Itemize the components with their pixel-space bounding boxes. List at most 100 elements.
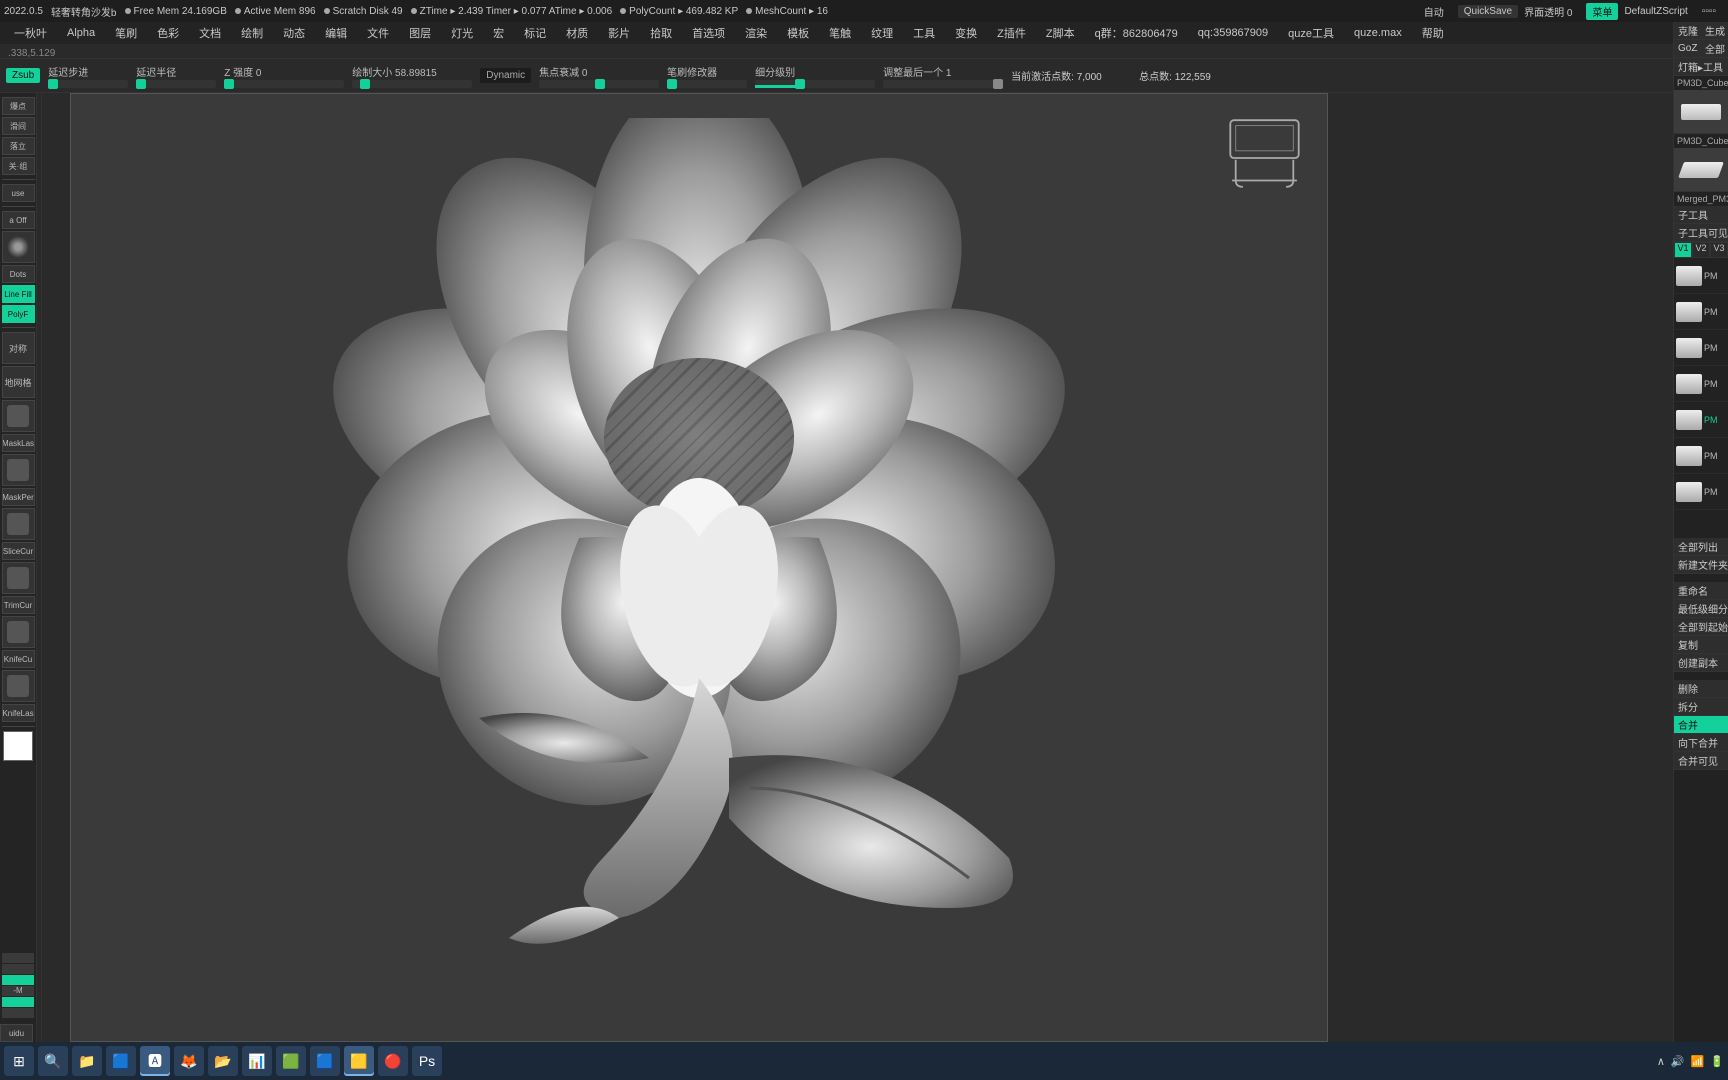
split[interactable]: 拆分 bbox=[1674, 698, 1728, 716]
left-bar-active[interactable] bbox=[2, 975, 34, 985]
menu-item[interactable]: 模板 bbox=[777, 25, 819, 41]
menu-item[interactable]: Z脚本 bbox=[1036, 25, 1085, 41]
adjust-last[interactable]: 调整最后一个 1 bbox=[883, 64, 1003, 88]
app-icon[interactable]: 📊 bbox=[242, 1046, 272, 1076]
app-icon[interactable]: 🟦 bbox=[310, 1046, 340, 1076]
firefox-icon[interactable]: 🦊 bbox=[174, 1046, 204, 1076]
lightbox-tool[interactable]: 灯箱▸工具 bbox=[1674, 58, 1728, 76]
menu-item[interactable]: 笔触 bbox=[819, 25, 861, 41]
color-swatch[interactable] bbox=[3, 731, 33, 761]
menu-item[interactable]: 动态 bbox=[273, 25, 315, 41]
taskview-icon[interactable]: 📁 bbox=[72, 1046, 102, 1076]
polyf[interactable]: PolyF bbox=[2, 305, 35, 323]
mask-pen-icon[interactable] bbox=[2, 454, 35, 486]
menu-help[interactable]: 帮助 bbox=[1412, 25, 1454, 41]
menu-item[interactable]: 影片 bbox=[598, 25, 640, 41]
left-bar[interactable] bbox=[2, 953, 34, 963]
ui-transparency[interactable]: 界面透明 0 bbox=[1524, 4, 1572, 19]
subtool-vis[interactable]: 子工具可见数 bbox=[1674, 224, 1728, 242]
uidu[interactable]: uidu bbox=[0, 1024, 33, 1042]
tray-chevron-icon[interactable]: ∧ bbox=[1657, 1055, 1665, 1068]
menu-item[interactable]: 文件 bbox=[357, 25, 399, 41]
goz-btn[interactable]: GoZ bbox=[1674, 40, 1701, 58]
system-tray[interactable]: ∧ 🔊 📶 🔋 bbox=[1657, 1055, 1724, 1068]
lazy-step[interactable]: 延迟步进 bbox=[48, 64, 128, 88]
v3-tab[interactable]: V3 bbox=[1710, 242, 1728, 258]
left-bar[interactable] bbox=[2, 1008, 34, 1018]
merge-visible[interactable]: 合并可见 bbox=[1674, 752, 1728, 770]
menu-item[interactable]: 灯光 bbox=[441, 25, 483, 41]
tool-thumbnail[interactable] bbox=[1217, 104, 1312, 194]
menu-item[interactable]: 编辑 bbox=[315, 25, 357, 41]
dynamic-toggle[interactable]: Dynamic bbox=[480, 68, 531, 83]
menu-item[interactable]: 图层 bbox=[399, 25, 441, 41]
menu-item[interactable]: 文档 bbox=[189, 25, 231, 41]
photoshop-icon[interactable]: Ps bbox=[412, 1046, 442, 1076]
start-button[interactable]: ⊞ bbox=[4, 1046, 34, 1076]
merge-down[interactable]: 向下合并 bbox=[1674, 734, 1728, 752]
draw-size[interactable]: 绘制大小 58.89815 bbox=[352, 64, 472, 88]
app-icon[interactable]: 🟦 bbox=[106, 1046, 136, 1076]
z-intensity[interactable]: Z 强度 0 bbox=[224, 64, 344, 88]
subtool-header[interactable]: 子工具 bbox=[1674, 206, 1728, 224]
tray-network-icon[interactable]: 📶 bbox=[1691, 1055, 1705, 1068]
viewport[interactable] bbox=[70, 93, 1328, 1042]
new-folder[interactable]: 新建文件夹 bbox=[1674, 556, 1728, 574]
rename[interactable]: 重命名 bbox=[1674, 582, 1728, 600]
default-zscript[interactable]: DefaultZScript bbox=[1624, 6, 1687, 17]
explorer-icon[interactable]: 📂 bbox=[208, 1046, 238, 1076]
left-btn[interactable]: 落立 bbox=[2, 137, 35, 155]
use-btn[interactable]: use bbox=[2, 184, 35, 202]
goz-all-btn[interactable]: 全部 bbox=[1701, 40, 1728, 58]
tool-thumb2[interactable] bbox=[1674, 148, 1728, 192]
subtool-view-tabs[interactable]: V1 V2 V3 bbox=[1674, 242, 1728, 258]
zbrush-app-icon[interactable]: 🅰 bbox=[140, 1046, 170, 1076]
window-icons[interactable]: ▫▫▫▫ bbox=[1702, 6, 1716, 17]
menu-item[interactable]: 材质 bbox=[556, 25, 598, 41]
knife-lasso-icon[interactable] bbox=[2, 670, 35, 702]
menu-item[interactable]: 一秋叶 bbox=[4, 25, 57, 41]
menu-item[interactable]: Z插件 bbox=[987, 25, 1036, 41]
menu-item[interactable]: 标记 bbox=[514, 25, 556, 41]
focal-shift[interactable]: 焦点衰减 0 bbox=[539, 64, 659, 88]
menu-quze[interactable]: quze工具 bbox=[1278, 25, 1344, 41]
floor-btn[interactable]: 地网格 bbox=[2, 366, 35, 398]
alpha-off[interactable]: a Off bbox=[2, 211, 35, 229]
left-btn[interactable]: 爆点 bbox=[2, 97, 35, 115]
all-to-start[interactable]: 全部到起始 bbox=[1674, 618, 1728, 636]
menu-toggle[interactable]: 菜单 bbox=[1586, 3, 1618, 20]
dots-brush-icon[interactable] bbox=[2, 231, 35, 263]
left-btn[interactable]: 关·组 bbox=[2, 157, 35, 175]
knife-icon[interactable] bbox=[2, 616, 35, 648]
menu-item[interactable]: 绘制 bbox=[231, 25, 273, 41]
left-bar-active[interactable] bbox=[2, 997, 34, 1007]
app-icon[interactable]: 🟨 bbox=[344, 1046, 374, 1076]
slice-icon[interactable] bbox=[2, 508, 35, 540]
app-icon[interactable]: 🟩 bbox=[276, 1046, 306, 1076]
menu-item[interactable]: 变换 bbox=[945, 25, 987, 41]
make-btn[interactable]: 生成 bbox=[1701, 22, 1728, 40]
menu-item[interactable]: 宏 bbox=[483, 25, 514, 41]
brush-modifier[interactable]: 笔刷修改器 bbox=[667, 64, 747, 88]
subdiv-level[interactable]: 细分级别 bbox=[755, 64, 875, 88]
menu-quzemax[interactable]: quze.max bbox=[1344, 27, 1412, 39]
line-fill[interactable]: Line Fill bbox=[2, 285, 35, 303]
make-duplicate[interactable]: 创建副本 bbox=[1674, 654, 1728, 672]
tool-thumb[interactable] bbox=[1674, 90, 1728, 134]
menu-item[interactable]: 拾取 bbox=[640, 25, 682, 41]
opera-icon[interactable]: 🔴 bbox=[378, 1046, 408, 1076]
v2-tab[interactable]: V2 bbox=[1692, 242, 1710, 258]
v1-tab[interactable]: V1 bbox=[1674, 242, 1692, 258]
search-icon[interactable]: 🔍 bbox=[38, 1046, 68, 1076]
symmetry-btn[interactable]: 对称 bbox=[2, 332, 35, 364]
zsub-button[interactable]: Zsub bbox=[6, 68, 40, 83]
menu-item[interactable]: 色彩 bbox=[147, 25, 189, 41]
trim-icon[interactable] bbox=[2, 562, 35, 594]
subtool-list[interactable]: PM PM PM PM PM PM PM bbox=[1674, 258, 1728, 538]
menu-item[interactable]: 工具 bbox=[903, 25, 945, 41]
quicksave-button[interactable]: QuickSave bbox=[1458, 5, 1518, 18]
tray-battery-icon[interactable]: 🔋 bbox=[1710, 1055, 1724, 1068]
lazy-radius[interactable]: 延迟半径 bbox=[136, 64, 216, 88]
tray-volume-icon[interactable]: 🔊 bbox=[1671, 1055, 1685, 1068]
menu-item[interactable]: Alpha bbox=[57, 27, 105, 39]
